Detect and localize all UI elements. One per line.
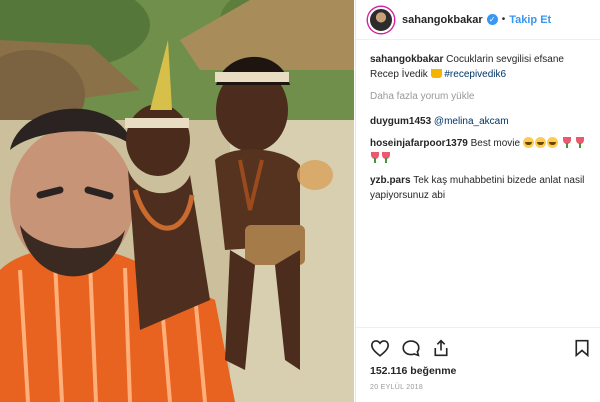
header-username[interactable]: sahangokbakar	[402, 14, 483, 26]
load-more-comments[interactable]: Daha fazla yorum yükle	[370, 89, 588, 104]
action-icons	[370, 337, 590, 359]
comment-text: Best movie	[470, 138, 521, 149]
caption-username[interactable]: sahangokbakar	[370, 54, 443, 65]
like-count[interactable]: 152.116 beğenme	[370, 365, 590, 377]
caption-hashtag[interactable]: #recepivedik6	[444, 69, 506, 80]
avatar[interactable]	[368, 6, 394, 33]
comment: hoseinjafarpoor1379 Best movie	[370, 136, 588, 166]
smiley-emoji-icon	[534, 137, 546, 148]
smiley-emoji-icon	[546, 137, 558, 148]
post-header: sahangokbakar ✓ • Takip Et	[356, 0, 600, 40]
tulip-emoji-icon	[575, 137, 585, 148]
post-date: 20 EYLÜL 2018	[370, 384, 424, 391]
tulip-emoji-icon	[562, 137, 572, 148]
trophy-emoji-icon	[430, 69, 442, 78]
tulip-emoji-icon	[370, 152, 380, 163]
post-photo[interactable]	[0, 0, 354, 402]
tulip-emoji-icon	[381, 152, 391, 163]
post-actions: 152.116 beğenme 20 EYLÜL 2018	[356, 327, 600, 391]
follow-button[interactable]: Takip Et	[509, 14, 551, 26]
comment-username[interactable]: duygum1453	[370, 116, 431, 127]
share-icon[interactable]	[432, 339, 450, 357]
comment-mention[interactable]: @melina_akcam	[434, 116, 509, 127]
smiley-emoji-icon	[522, 137, 534, 148]
bookmark-icon[interactable]	[574, 339, 590, 357]
photo-illustration	[0, 0, 354, 402]
comments-section: sahangokbakar Cocuklarin sevgilisi efsan…	[356, 40, 600, 203]
comment: duygum1453 @melina_akcam	[370, 114, 588, 129]
caption: sahangokbakar Cocuklarin sevgilisi efsan…	[370, 52, 588, 82]
heart-icon[interactable]	[370, 339, 390, 357]
comment-username[interactable]: hoseinjafarpoor1379	[370, 138, 468, 149]
comment-username[interactable]: yzb.pars	[370, 175, 411, 186]
comment: yzb.pars Tek kaş muhabbetini bizede anla…	[370, 173, 588, 203]
comment-bubble-icon[interactable]	[401, 339, 421, 357]
verified-badge-icon: ✓	[486, 14, 498, 25]
post-sidebar: sahangokbakar ✓ • Takip Et sahangokbakar…	[355, 0, 600, 402]
header-separator: •	[501, 14, 506, 25]
